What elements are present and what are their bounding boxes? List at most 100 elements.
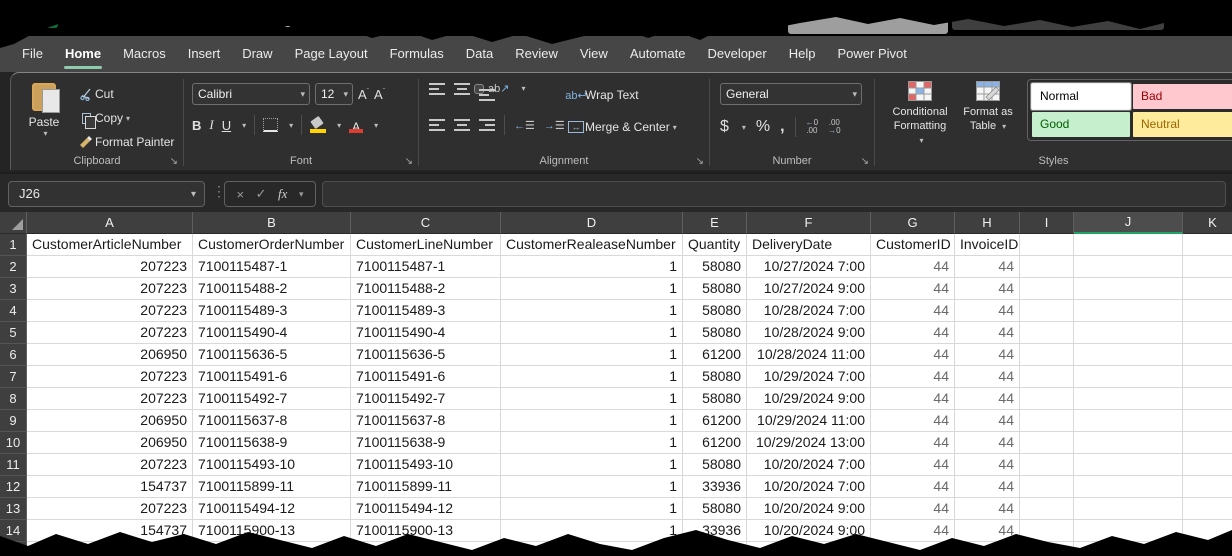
borders-chevron-icon[interactable]: ▾ — [289, 121, 293, 130]
cell-E11[interactable]: 58080 — [683, 454, 747, 476]
row-header-13[interactable]: 13 — [0, 498, 27, 520]
percent-format-button[interactable]: % — [756, 118, 770, 136]
font-color-chevron-icon[interactable]: ▾ — [374, 121, 378, 130]
column-header-E[interactable]: E — [683, 212, 747, 234]
cell-D4[interactable]: 1 — [501, 300, 683, 322]
cell-E3[interactable]: 58080 — [683, 278, 747, 300]
shrink-font-button[interactable]: Aˇ — [374, 87, 385, 102]
cell-E12[interactable]: 33936 — [683, 476, 747, 498]
style-chip-bad[interactable]: Bad — [1133, 84, 1232, 109]
cell-D3[interactable]: 1 — [501, 278, 683, 300]
borders-button[interactable] — [263, 118, 278, 132]
cell-E6[interactable]: 61200 — [683, 344, 747, 366]
cell-F8[interactable]: 10/29/2024 9:00 — [747, 388, 871, 410]
cell-A8[interactable]: 207223 — [27, 388, 193, 410]
cell-J12[interactable] — [1074, 476, 1183, 498]
menu-tab-home[interactable]: Home — [54, 36, 112, 72]
cell-C[interactable] — [351, 542, 501, 556]
menu-tab-file[interactable]: File — [11, 36, 54, 72]
cell-C8[interactable]: 7100115492-7 — [351, 388, 501, 410]
cell-I1[interactable] — [1020, 234, 1074, 256]
currency-chevron-icon[interactable]: ▾ — [742, 123, 746, 132]
cell-I13[interactable] — [1020, 498, 1074, 520]
font-size-combo[interactable]: 12▾ — [315, 83, 353, 105]
cell-H10[interactable]: 44 — [955, 432, 1020, 454]
row-header-6[interactable]: 6 — [0, 344, 27, 366]
cell-A[interactable] — [27, 542, 193, 556]
cell-E[interactable] — [683, 542, 747, 556]
cell-B14[interactable]: 7100115900-13 — [193, 520, 351, 542]
font-color-button[interactable]: A — [349, 118, 363, 133]
cell-J1[interactable] — [1074, 234, 1183, 256]
cell-A6[interactable]: 206950 — [27, 344, 193, 366]
excel-app-icon[interactable] — [38, 8, 58, 28]
cell-J5[interactable] — [1074, 322, 1183, 344]
cell-F1[interactable]: DeliveryDate — [747, 234, 871, 256]
cell-E9[interactable]: 61200 — [683, 410, 747, 432]
merge-center-button[interactable]: ↔ Merge & Center ▾ — [567, 114, 677, 140]
comma-format-button[interactable]: , — [780, 122, 784, 132]
row-header-14[interactable]: 14 — [0, 520, 27, 542]
cell-F2[interactable]: 10/27/2024 7:00 — [747, 256, 871, 278]
cell-B4[interactable]: 7100115489-3 — [193, 300, 351, 322]
cell-D11[interactable]: 1 — [501, 454, 683, 476]
cell-B3[interactable]: 7100115488-2 — [193, 278, 351, 300]
menu-tab-view[interactable]: View — [569, 36, 619, 72]
cell-C6[interactable]: 7100115636-5 — [351, 344, 501, 366]
cell-J2[interactable] — [1074, 256, 1183, 278]
cell-A14[interactable]: 154737 — [27, 520, 193, 542]
cancel-button[interactable]: × — [237, 187, 245, 202]
cell-A2[interactable]: 207223 — [27, 256, 193, 278]
cell-G10[interactable]: 44 — [871, 432, 955, 454]
fill-color-chevron-icon[interactable]: ▾ — [337, 121, 341, 130]
cell-D9[interactable]: 1 — [501, 410, 683, 432]
increase-indent-button[interactable]: →☰ — [544, 119, 565, 132]
conditional-formatting-button[interactable]: Conditional Formatting ▾ — [889, 81, 951, 148]
style-chip-normal[interactable]: Normal — [1032, 84, 1130, 109]
cell-B7[interactable]: 7100115491-6 — [193, 366, 351, 388]
cell-B8[interactable]: 7100115492-7 — [193, 388, 351, 410]
cell-H8[interactable]: 44 — [955, 388, 1020, 410]
cell-K7[interactable] — [1183, 366, 1232, 388]
cell-D6[interactable]: 1 — [501, 344, 683, 366]
cell-F12[interactable]: 10/20/2024 7:00 — [747, 476, 871, 498]
cell-C4[interactable]: 7100115489-3 — [351, 300, 501, 322]
cell-A1[interactable]: CustomerArticleNumber — [27, 234, 193, 256]
cell-J8[interactable] — [1074, 388, 1183, 410]
number-format-combo[interactable]: General▾ — [720, 83, 862, 105]
cell-C11[interactable]: 7100115493-10 — [351, 454, 501, 476]
cell-J4[interactable] — [1074, 300, 1183, 322]
cell-K12[interactable] — [1183, 476, 1232, 498]
row-header-10[interactable]: 10 — [0, 432, 27, 454]
cell-I9[interactable] — [1020, 410, 1074, 432]
cell-D8[interactable]: 1 — [501, 388, 683, 410]
cell-B12[interactable]: 7100115899-11 — [193, 476, 351, 498]
cell-H[interactable] — [955, 542, 1020, 556]
title-chevron-down-icon[interactable]: ∨ — [618, 7, 628, 24]
menu-tab-review[interactable]: Review — [504, 36, 569, 72]
cell-I11[interactable] — [1020, 454, 1074, 476]
cell-C7[interactable]: 7100115491-6 — [351, 366, 501, 388]
style-chip-good[interactable]: Good — [1032, 112, 1130, 137]
cell-G5[interactable]: 44 — [871, 322, 955, 344]
cell-K[interactable] — [1183, 542, 1232, 556]
row-header-11[interactable]: 11 — [0, 454, 27, 476]
cell-K6[interactable] — [1183, 344, 1232, 366]
format-painter-button[interactable]: Format Painter — [77, 130, 174, 154]
menu-tab-automate[interactable]: Automate — [619, 36, 697, 72]
row-header-9[interactable]: 9 — [0, 410, 27, 432]
align-center-button[interactable] — [454, 119, 470, 131]
cell-I4[interactable] — [1020, 300, 1074, 322]
cell-J13[interactable] — [1074, 498, 1183, 520]
column-header-K[interactable]: K — [1183, 212, 1232, 234]
cell-B9[interactable]: 7100115637-8 — [193, 410, 351, 432]
paste-button[interactable]: Paste ▾ — [21, 81, 67, 149]
cell-C2[interactable]: 7100115487-1 — [351, 256, 501, 278]
cell-C9[interactable]: 7100115637-8 — [351, 410, 501, 432]
cell-E10[interactable]: 61200 — [683, 432, 747, 454]
cell-G11[interactable]: 44 — [871, 454, 955, 476]
row-header-2[interactable]: 2 — [0, 256, 27, 278]
cell-H2[interactable]: 44 — [955, 256, 1020, 278]
cell-D[interactable] — [501, 542, 683, 556]
cell-I6[interactable] — [1020, 344, 1074, 366]
